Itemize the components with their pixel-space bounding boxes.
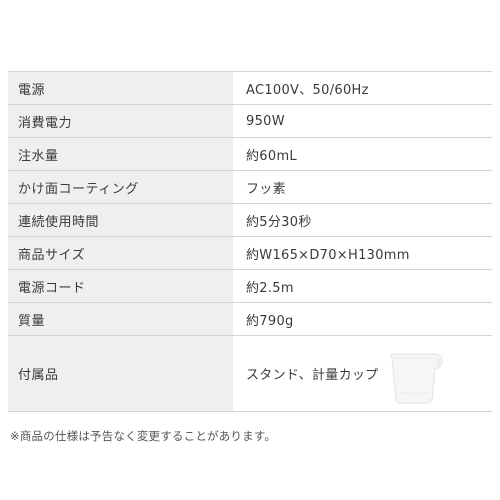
spec-row-weight: 質量 約790g (8, 303, 492, 336)
spec-label: 電源 (8, 72, 233, 104)
spec-label: 注水量 (8, 138, 233, 170)
spec-value-accessories: スタンド、計量カップ (233, 336, 492, 411)
spec-label: 電源コード (8, 270, 233, 302)
spec-row-coating: かけ面コーティング フッ素 (8, 171, 492, 204)
spec-row-power-cord: 電源コード 約2.5m (8, 270, 492, 303)
measuring-cup-icon (390, 353, 443, 404)
spec-row-product-size: 商品サイズ 約W165×D70×H130mm (8, 237, 492, 270)
spec-value: 約5分30秒 (233, 204, 492, 236)
spec-row-power-consumption: 消費電力 950W (8, 105, 492, 138)
spec-label: 付属品 (8, 336, 233, 411)
spec-table: 電源 AC100V、50/60Hz 消費電力 950W 注水量 約60mL かけ… (8, 71, 492, 412)
spec-label: 商品サイズ (8, 237, 233, 269)
spec-value: フッ素 (233, 171, 492, 203)
spec-value: 約60mL (233, 138, 492, 170)
spec-label: 連続使用時間 (8, 204, 233, 236)
disclaimer-note: ※商品の仕様は予告なく変更することがあります。 (10, 429, 277, 443)
spec-row-accessories: 付属品 スタンド、計量カップ (8, 336, 492, 412)
spec-row-power-source: 電源 AC100V、50/60Hz (8, 72, 492, 105)
spec-label: 消費電力 (8, 105, 233, 137)
accessories-text: スタンド、計量カップ (246, 368, 379, 383)
spec-row-continuous-use: 連続使用時間 約5分30秒 (8, 204, 492, 237)
spec-label: かけ面コーティング (8, 171, 233, 203)
spec-value: 950W (233, 105, 492, 137)
spec-value: 約790g (233, 303, 492, 335)
spec-value: 約W165×D70×H130mm (233, 237, 492, 269)
spec-value: AC100V、50/60Hz (233, 72, 492, 104)
spec-value: 約2.5m (233, 270, 492, 302)
spec-label: 質量 (8, 303, 233, 335)
spec-row-water-capacity: 注水量 約60mL (8, 138, 492, 171)
